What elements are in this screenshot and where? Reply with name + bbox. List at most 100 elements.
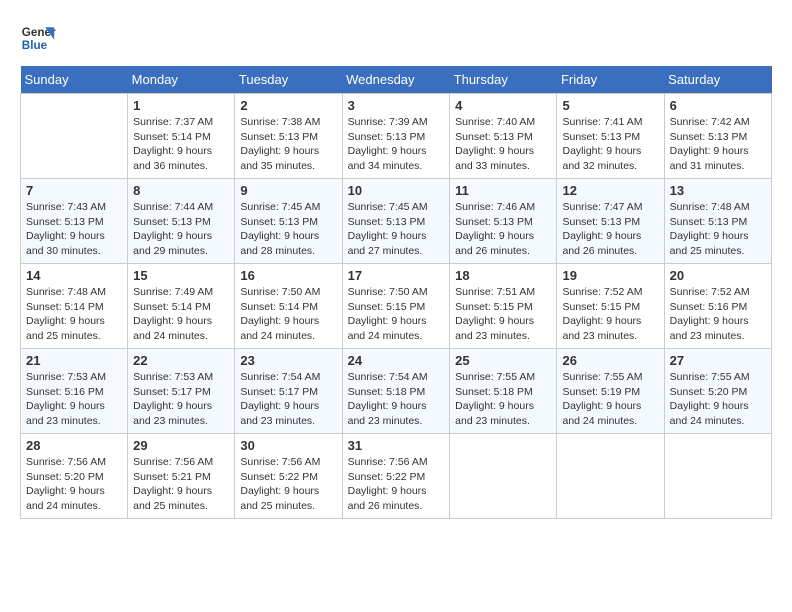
day-info: Sunrise: 7:55 AM Sunset: 5:20 PM Dayligh… xyxy=(670,370,766,429)
day-number: 19 xyxy=(562,268,658,283)
day-number: 2 xyxy=(240,98,336,113)
day-number: 23 xyxy=(240,353,336,368)
day-cell: 3 Sunrise: 7:39 AM Sunset: 5:13 PM Daylig… xyxy=(342,94,450,179)
week-row-3: 14Sunrise: 7:48 AM Sunset: 5:14 PM Dayli… xyxy=(21,264,772,349)
day-info: Sunrise: 7:56 AM Sunset: 5:21 PM Dayligh… xyxy=(133,455,229,514)
day-number: 30 xyxy=(240,438,336,453)
day-cell: 11Sunrise: 7:46 AM Sunset: 5:13 PM Dayli… xyxy=(450,179,557,264)
svg-text:Blue: Blue xyxy=(22,39,48,52)
day-info: Sunrise: 7:51 AM Sunset: 5:15 PM Dayligh… xyxy=(455,285,551,344)
day-number: 29 xyxy=(133,438,229,453)
calendar-table: SundayMondayTuesdayWednesdayThursdayFrid… xyxy=(20,66,772,519)
day-cell: 10 Sunrise: 7:45 AM Sunset: 5:13 PM Dayli… xyxy=(342,179,450,264)
day-number: 6 xyxy=(670,98,766,113)
day-number: 18 xyxy=(455,268,551,283)
column-header-wednesday: Wednesday xyxy=(342,66,450,94)
calendar-header-row: SundayMondayTuesdayWednesdayThursdayFrid… xyxy=(21,66,772,94)
day-number: 22 xyxy=(133,353,229,368)
day-info: Sunrise: 7:55 AM Sunset: 5:19 PM Dayligh… xyxy=(562,370,658,429)
week-row-2: 7 Sunrise: 7:43 AM Sunset: 5:13 PM Daylig… xyxy=(21,179,772,264)
day-number: 4 xyxy=(455,98,551,113)
day-cell: 23 Sunrise: 7:54 AM Sunset: 5:17 PM Dayli… xyxy=(235,349,342,434)
day-number: 31 xyxy=(348,438,445,453)
day-cell: 19 Sunrise: 7:52 AM Sunset: 5:15 PM Dayli… xyxy=(557,264,664,349)
day-cell: 6 Sunrise: 7:42 AM Sunset: 5:13 PM Daylig… xyxy=(664,94,771,179)
day-number: 11 xyxy=(455,183,551,198)
day-info: Sunrise: 7:38 AM Sunset: 5:13 PM Dayligh… xyxy=(240,115,336,174)
day-cell: 14Sunrise: 7:48 AM Sunset: 5:14 PM Dayli… xyxy=(21,264,128,349)
day-number: 24 xyxy=(348,353,445,368)
day-number: 16 xyxy=(240,268,336,283)
day-cell: 4 Sunrise: 7:40 AM Sunset: 5:13 PM Daylig… xyxy=(450,94,557,179)
day-cell: 8 Sunrise: 7:44 AM Sunset: 5:13 PM Daylig… xyxy=(128,179,235,264)
day-info: Sunrise: 7:50 AM Sunset: 5:15 PM Dayligh… xyxy=(348,285,445,344)
logo: General Blue xyxy=(20,20,56,56)
week-row-4: 21 Sunrise: 7:53 AM Sunset: 5:16 PM Dayli… xyxy=(21,349,772,434)
day-cell: 2 Sunrise: 7:38 AM Sunset: 5:13 PM Daylig… xyxy=(235,94,342,179)
day-number: 26 xyxy=(562,353,658,368)
day-number: 27 xyxy=(670,353,766,368)
day-cell: 29 Sunrise: 7:56 AM Sunset: 5:21 PM Dayli… xyxy=(128,434,235,519)
day-info: Sunrise: 7:50 AM Sunset: 5:14 PM Dayligh… xyxy=(240,285,336,344)
day-number: 25 xyxy=(455,353,551,368)
column-header-tuesday: Tuesday xyxy=(235,66,342,94)
day-cell: 17 Sunrise: 7:50 AM Sunset: 5:15 PM Dayli… xyxy=(342,264,450,349)
day-cell: 27 Sunrise: 7:55 AM Sunset: 5:20 PM Dayli… xyxy=(664,349,771,434)
day-number: 10 xyxy=(348,183,445,198)
day-info: Sunrise: 7:48 AM Sunset: 5:14 PM Dayligh… xyxy=(26,285,122,344)
day-info: Sunrise: 7:47 AM Sunset: 5:13 PM Dayligh… xyxy=(562,200,658,259)
day-info: Sunrise: 7:48 AM Sunset: 5:13 PM Dayligh… xyxy=(670,200,766,259)
column-header-thursday: Thursday xyxy=(450,66,557,94)
day-info: Sunrise: 7:53 AM Sunset: 5:17 PM Dayligh… xyxy=(133,370,229,429)
day-number: 13 xyxy=(670,183,766,198)
day-cell: 5Sunrise: 7:41 AM Sunset: 5:13 PM Daylig… xyxy=(557,94,664,179)
day-number: 7 xyxy=(26,183,122,198)
day-cell xyxy=(557,434,664,519)
day-info: Sunrise: 7:52 AM Sunset: 5:15 PM Dayligh… xyxy=(562,285,658,344)
day-number: 1 xyxy=(133,98,229,113)
day-info: Sunrise: 7:52 AM Sunset: 5:16 PM Dayligh… xyxy=(670,285,766,344)
column-header-monday: Monday xyxy=(128,66,235,94)
day-info: Sunrise: 7:54 AM Sunset: 5:18 PM Dayligh… xyxy=(348,370,445,429)
day-cell: 12 Sunrise: 7:47 AM Sunset: 5:13 PM Dayli… xyxy=(557,179,664,264)
day-number: 8 xyxy=(133,183,229,198)
day-cell xyxy=(21,94,128,179)
day-number: 17 xyxy=(348,268,445,283)
day-cell: 15Sunrise: 7:49 AM Sunset: 5:14 PM Dayli… xyxy=(128,264,235,349)
day-cell: 9Sunrise: 7:45 AM Sunset: 5:13 PM Daylig… xyxy=(235,179,342,264)
day-cell: 21 Sunrise: 7:53 AM Sunset: 5:16 PM Dayli… xyxy=(21,349,128,434)
day-info: Sunrise: 7:56 AM Sunset: 5:20 PM Dayligh… xyxy=(26,455,122,514)
day-cell: 18 Sunrise: 7:51 AM Sunset: 5:15 PM Dayli… xyxy=(450,264,557,349)
day-info: Sunrise: 7:56 AM Sunset: 5:22 PM Dayligh… xyxy=(348,455,445,514)
day-info: Sunrise: 7:37 AM Sunset: 5:14 PM Dayligh… xyxy=(133,115,229,174)
day-cell: 24 Sunrise: 7:54 AM Sunset: 5:18 PM Dayli… xyxy=(342,349,450,434)
day-info: Sunrise: 7:54 AM Sunset: 5:17 PM Dayligh… xyxy=(240,370,336,429)
day-info: Sunrise: 7:44 AM Sunset: 5:13 PM Dayligh… xyxy=(133,200,229,259)
day-cell: 31 Sunrise: 7:56 AM Sunset: 5:22 PM Dayli… xyxy=(342,434,450,519)
day-info: Sunrise: 7:41 AM Sunset: 5:13 PM Dayligh… xyxy=(562,115,658,174)
day-info: Sunrise: 7:45 AM Sunset: 5:13 PM Dayligh… xyxy=(348,200,445,259)
day-cell: 26 Sunrise: 7:55 AM Sunset: 5:19 PM Dayli… xyxy=(557,349,664,434)
day-info: Sunrise: 7:39 AM Sunset: 5:13 PM Dayligh… xyxy=(348,115,445,174)
logo-icon: General Blue xyxy=(20,20,56,56)
day-info: Sunrise: 7:56 AM Sunset: 5:22 PM Dayligh… xyxy=(240,455,336,514)
day-cell: 16 Sunrise: 7:50 AM Sunset: 5:14 PM Dayli… xyxy=(235,264,342,349)
column-header-saturday: Saturday xyxy=(664,66,771,94)
day-cell: 25Sunrise: 7:55 AM Sunset: 5:18 PM Dayli… xyxy=(450,349,557,434)
day-cell: 13 Sunrise: 7:48 AM Sunset: 5:13 PM Dayli… xyxy=(664,179,771,264)
day-cell xyxy=(450,434,557,519)
day-info: Sunrise: 7:40 AM Sunset: 5:13 PM Dayligh… xyxy=(455,115,551,174)
day-cell: 22 Sunrise: 7:53 AM Sunset: 5:17 PM Dayli… xyxy=(128,349,235,434)
day-info: Sunrise: 7:43 AM Sunset: 5:13 PM Dayligh… xyxy=(26,200,122,259)
day-number: 12 xyxy=(562,183,658,198)
day-cell: 7 Sunrise: 7:43 AM Sunset: 5:13 PM Daylig… xyxy=(21,179,128,264)
day-info: Sunrise: 7:53 AM Sunset: 5:16 PM Dayligh… xyxy=(26,370,122,429)
day-number: 3 xyxy=(348,98,445,113)
day-number: 21 xyxy=(26,353,122,368)
day-cell: 28Sunrise: 7:56 AM Sunset: 5:20 PM Dayli… xyxy=(21,434,128,519)
column-header-sunday: Sunday xyxy=(21,66,128,94)
day-cell: 1 Sunrise: 7:37 AM Sunset: 5:14 PM Daylig… xyxy=(128,94,235,179)
column-header-friday: Friday xyxy=(557,66,664,94)
day-info: Sunrise: 7:42 AM Sunset: 5:13 PM Dayligh… xyxy=(670,115,766,174)
day-number: 20 xyxy=(670,268,766,283)
